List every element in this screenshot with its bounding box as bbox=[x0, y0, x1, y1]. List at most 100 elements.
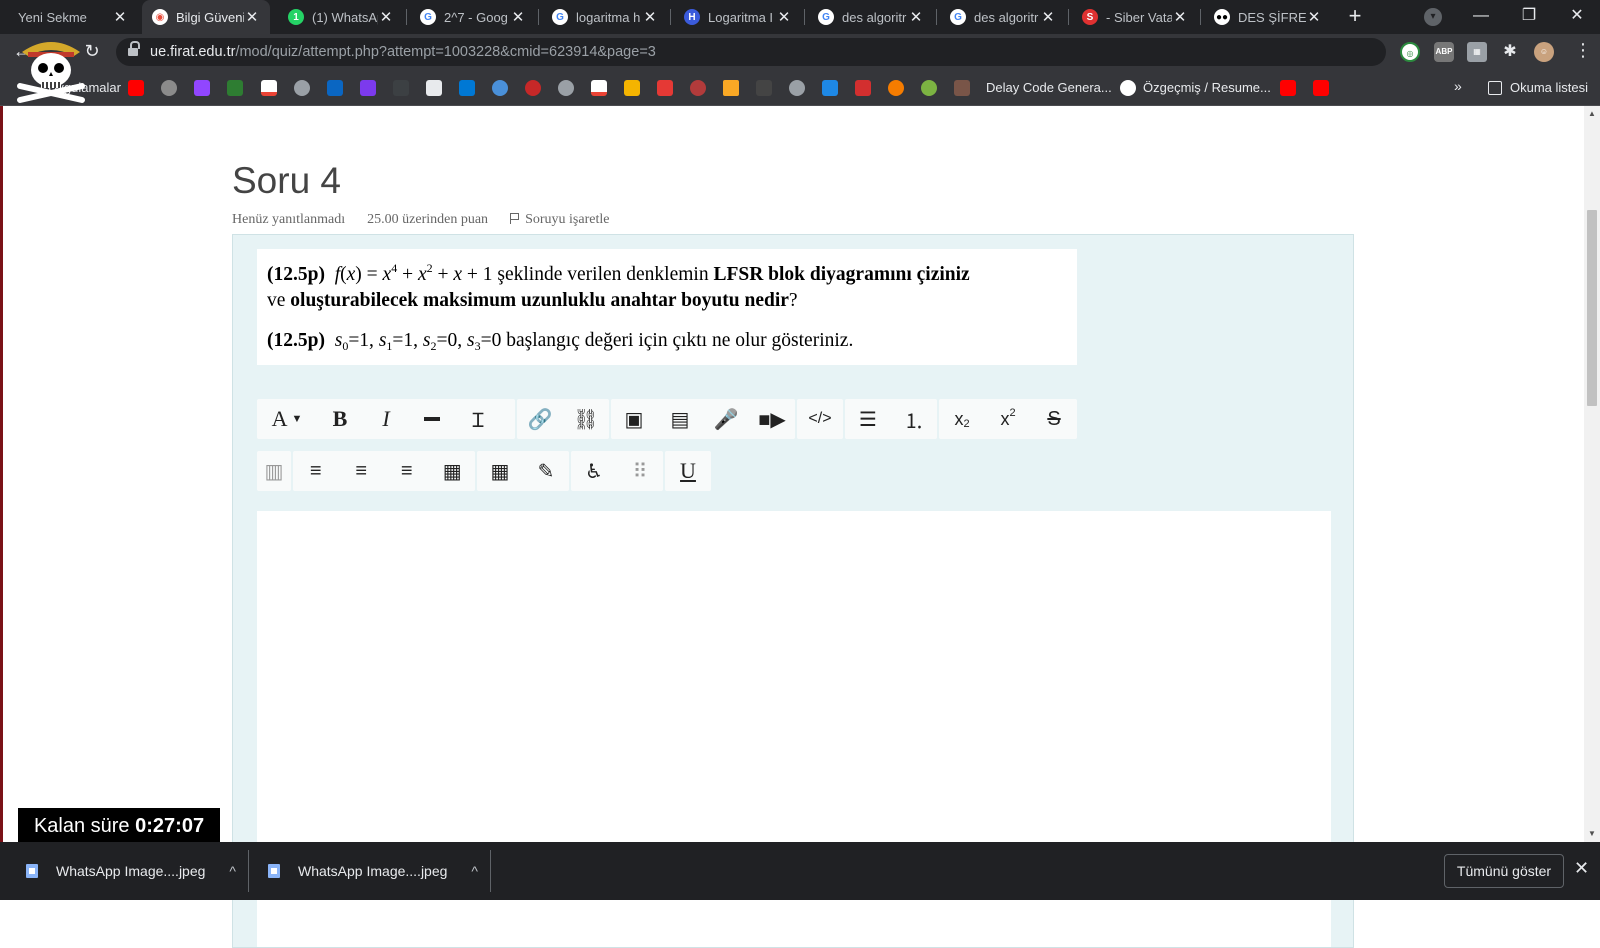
bookmark-red-icon[interactable] bbox=[657, 80, 673, 96]
tab-whatsapp[interactable]: 1 (1) WhatsAp ✕ bbox=[278, 0, 404, 34]
bold-icon[interactable]: B bbox=[317, 399, 363, 439]
gmail-icon[interactable] bbox=[261, 80, 277, 96]
video-camera-icon[interactable]: ■▶ bbox=[749, 399, 795, 439]
shield-heart-icon[interactable] bbox=[1120, 80, 1136, 96]
media-file-icon[interactable]: ▤ bbox=[657, 399, 703, 439]
tab-google-2-7[interactable]: G 2^7 - Goog ✕ bbox=[410, 0, 536, 34]
link-icon[interactable]: 🔗 bbox=[517, 399, 563, 439]
close-icon[interactable]: ✕ bbox=[112, 8, 128, 26]
strikethrough-icon[interactable]: S bbox=[1031, 399, 1077, 439]
align-center-icon[interactable]: ≡ bbox=[339, 451, 385, 491]
twitch-icon[interactable] bbox=[194, 80, 210, 96]
numbered-list-icon[interactable]: ⒈ bbox=[891, 399, 937, 439]
unlink-icon[interactable]: ⛓ bbox=[563, 399, 609, 439]
profile-avatar[interactable]: ☺ bbox=[1534, 42, 1554, 62]
gmail-icon[interactable] bbox=[591, 80, 607, 96]
tab-des-algoritma-2[interactable]: G des algoritr ✕ bbox=[940, 0, 1066, 34]
bookmark-tool-icon[interactable] bbox=[393, 80, 409, 96]
new-tab-plus-icon[interactable]: + bbox=[1342, 4, 1368, 30]
bookmark-red-circle-icon[interactable] bbox=[525, 80, 541, 96]
scroll-down-arrow-icon[interactable]: ▼ bbox=[1587, 829, 1597, 839]
tab-search-chevron-icon[interactable]: ▾ bbox=[1424, 8, 1442, 26]
download-item[interactable]: WhatsApp Image....jpeg ^ bbox=[26, 842, 236, 900]
superscript-icon[interactable]: x2 bbox=[985, 399, 1031, 439]
subscript-icon[interactable]: x2 bbox=[939, 399, 985, 439]
bookmark-dark-icon[interactable] bbox=[756, 80, 772, 96]
bookmark-orange-circle-icon[interactable] bbox=[888, 80, 904, 96]
underline-icon[interactable]: U bbox=[665, 451, 711, 491]
bullet-list-icon[interactable]: ☰ bbox=[845, 399, 891, 439]
close-icon[interactable]: ✕ bbox=[510, 8, 526, 26]
edit-note-icon[interactable]: ✎ bbox=[523, 451, 569, 491]
close-icon[interactable]: ✕ bbox=[1040, 8, 1056, 26]
address-bar[interactable]: ue.firat.edu.tr/mod/quiz/attempt.php?att… bbox=[116, 38, 1487, 66]
scroll-up-arrow-icon[interactable]: ▲ bbox=[1587, 109, 1597, 119]
chevron-up-icon[interactable]: ^ bbox=[229, 863, 236, 879]
close-icon[interactable]: ✕ bbox=[1306, 8, 1322, 26]
align-left-icon[interactable]: ≡ bbox=[293, 451, 339, 491]
microphone-icon[interactable]: 🎤 bbox=[703, 399, 749, 439]
bookmark-green-circle-icon[interactable] bbox=[921, 80, 937, 96]
globe-icon[interactable] bbox=[294, 80, 310, 96]
tab-logaritma[interactable]: H Logaritma I ✕ bbox=[674, 0, 802, 34]
close-icon[interactable]: ✕ bbox=[244, 8, 260, 26]
horizontal-rule-icon[interactable] bbox=[409, 399, 455, 439]
reading-list-button[interactable]: Okuma listesi bbox=[1488, 80, 1588, 95]
calculator-icon[interactable]: ▦ bbox=[477, 451, 523, 491]
clear-formatting-icon[interactable]: Ɪ bbox=[455, 399, 501, 439]
bookmark-hat-icon[interactable] bbox=[690, 80, 706, 96]
image-icon[interactable]: ▣ bbox=[611, 399, 657, 439]
close-icon[interactable]: ✕ bbox=[908, 8, 924, 26]
close-icon[interactable]: ✕ bbox=[642, 8, 658, 26]
bookmark-green-icon[interactable] bbox=[227, 80, 243, 96]
special-characters-icon[interactable]: ⠿ bbox=[617, 451, 663, 491]
adblock-icon[interactable]: ABP bbox=[1434, 42, 1454, 62]
align-right-icon[interactable]: ≡ bbox=[384, 451, 430, 491]
chevron-up-icon[interactable]: ^ bbox=[471, 863, 478, 879]
table-icon[interactable]: ▦ bbox=[430, 451, 476, 491]
youtube-icon[interactable] bbox=[128, 80, 144, 96]
window-close-icon[interactable]: ✕ bbox=[1554, 0, 1600, 34]
bookmark-brown-icon[interactable] bbox=[954, 80, 970, 96]
close-icon[interactable]: ✕ bbox=[776, 8, 792, 26]
puzzle-extensions-icon[interactable]: ✱ bbox=[1500, 42, 1520, 62]
close-icon[interactable]: ✕ bbox=[378, 8, 394, 26]
tab-yeni-sekme[interactable]: Yeni Sekme ✕ bbox=[8, 0, 138, 34]
tab-bilgi-guvenligi[interactable]: ◉ Bilgi Güveni ✕ bbox=[142, 0, 270, 34]
bookmark-ozgecmis[interactable]: Özgeçmiş / Resume... bbox=[1143, 80, 1271, 95]
youtube-icon[interactable] bbox=[1280, 80, 1296, 96]
bookmark-orange-icon[interactable] bbox=[723, 80, 739, 96]
kahoot-icon[interactable] bbox=[360, 80, 376, 96]
flag-question-link[interactable]: Soruyu işaretle bbox=[510, 212, 609, 228]
tab-logaritma-google[interactable]: G logaritma h ✕ bbox=[542, 0, 668, 34]
menu-kebab-icon[interactable]: ⋮ bbox=[1574, 40, 1592, 61]
outlook-icon[interactable] bbox=[459, 80, 475, 96]
accessibility-icon[interactable]: ♿ bbox=[571, 451, 617, 491]
bookmarks-overflow-chevron[interactable]: » bbox=[1454, 78, 1462, 94]
tab-des-algoritma-1[interactable]: G des algoritr ✕ bbox=[808, 0, 934, 34]
linkedin-icon[interactable] bbox=[327, 80, 343, 96]
bookmark-delay-code[interactable]: Delay Code Genera... bbox=[986, 80, 1112, 95]
close-icon[interactable]: ✕ bbox=[1574, 858, 1589, 879]
bookmark-diamond-icon[interactable] bbox=[426, 80, 442, 96]
badge-icon[interactable] bbox=[492, 80, 508, 96]
italic-icon[interactable]: I bbox=[363, 399, 409, 439]
extension-green-icon[interactable]: ◎ bbox=[1400, 42, 1420, 62]
bookmark-yellow-icon[interactable] bbox=[624, 80, 640, 96]
extension-box-icon[interactable]: ▦ bbox=[1467, 42, 1487, 62]
bookmark-tx-icon[interactable] bbox=[855, 80, 871, 96]
font-style-dropdown-icon[interactable]: A ▼ bbox=[257, 399, 317, 439]
pet-icon[interactable] bbox=[161, 80, 177, 96]
tab-des-sifreleme[interactable]: ●● DES ŞİFREL ✕ bbox=[1204, 0, 1332, 34]
restore-icon[interactable]: ❐ bbox=[1506, 0, 1552, 34]
bookmark-blue-icon[interactable] bbox=[822, 80, 838, 96]
html-source-icon[interactable]: </> bbox=[797, 399, 843, 439]
page-scrollbar[interactable]: ▲ ▼ bbox=[1584, 106, 1600, 842]
close-icon[interactable]: ✕ bbox=[1172, 8, 1188, 26]
columns-icon[interactable]: ▥ bbox=[257, 451, 291, 491]
globe-icon[interactable] bbox=[789, 80, 805, 96]
scrollbar-thumb[interactable] bbox=[1587, 210, 1597, 406]
youtube-icon[interactable] bbox=[1313, 80, 1329, 96]
minimize-icon[interactable]: — bbox=[1458, 0, 1504, 34]
globe-icon[interactable] bbox=[558, 80, 574, 96]
